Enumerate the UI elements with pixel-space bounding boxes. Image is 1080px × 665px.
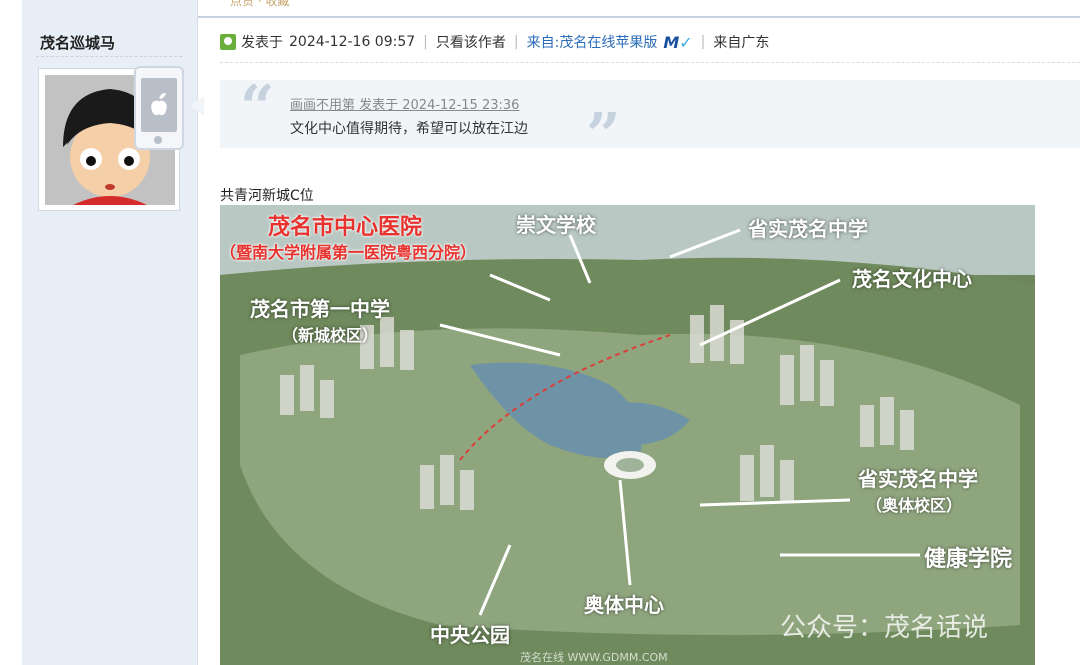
label-first-middle-sub: （新城校区） [282,326,379,345]
client-source-link[interactable]: 来自:茂名在线苹果版 [527,32,658,52]
previous-post-actions[interactable]: 点赞 · 收藏 [230,0,289,9]
label-hospital: 茂名市中心医院 [268,215,423,240]
label-central-park: 中央公园 [430,623,510,647]
label-health-college: 健康学院 [924,547,1013,572]
quote-text: 文化中心值得期待，希望可以放在江边 [290,121,528,137]
label-first-middle: 茂名市第一中学 [250,297,390,321]
quote-block: “ 画画不用第 发表于 2024-12-15 23:36 文化中心值得期待，希望… [220,73,1080,166]
region-text: 来自广东 [713,35,770,51]
posted-time: 2024-12-16 09:57 [289,34,416,50]
label-shengshi-top: 省实茂名中学 [748,217,868,241]
label-hospital-sub: （暨南大学附属第一医院粤西分院） [220,243,477,262]
post-meta-row: 发表于 2024-12-16 09:57 | 只看该作者 | 来自:茂名在线苹果… [220,32,769,52]
page-gutter [0,0,22,665]
wechat-watermark: 公众号：茂名话说 [780,613,989,643]
meta-separator: | [423,34,428,50]
open-quote-icon: “ [240,73,275,143]
author-username[interactable]: 茂名巡城马 [40,32,115,53]
label-shengshi-olympic-sub: （奥体校区） [866,496,963,515]
only-author-link[interactable]: 只看该作者 [436,32,506,52]
author-divider [36,56,182,57]
apple-device-icon [134,66,184,150]
device-screen [141,78,177,132]
post-image[interactable]: 茂名市中心医院 （暨南大学附属第一医院粤西分院） 崇文学校 省实茂名中学 茂名文… [220,205,1035,665]
online-status-icon [220,34,236,50]
device-home-button [154,136,162,144]
label-culture-center: 茂名文化中心 [852,267,972,291]
app-logo-icon: M✓ [663,32,693,52]
label-chongwen-school: 崇文学校 [516,213,596,237]
previous-post-footer: 点赞 · 收藏 [198,0,1080,18]
close-quote-icon: ” [586,101,621,171]
site-watermark: 茂名在线 WWW.GDMM.COM [520,651,668,664]
meta-separator: | [513,34,519,50]
meta-divider [220,62,1080,63]
quote-notch [190,96,204,116]
label-shengshi-olympic: 省实茂名中学 [858,467,978,491]
meta-separator: | [700,34,706,50]
label-olympic-center: 奥体中心 [584,593,664,617]
quote-author-link[interactable]: 画画不用第 发表于 2024-12-15 23:36 [290,94,519,113]
post-caption: 共青河新城C位 [220,188,314,204]
posted-prefix: 发表于 [241,35,283,51]
